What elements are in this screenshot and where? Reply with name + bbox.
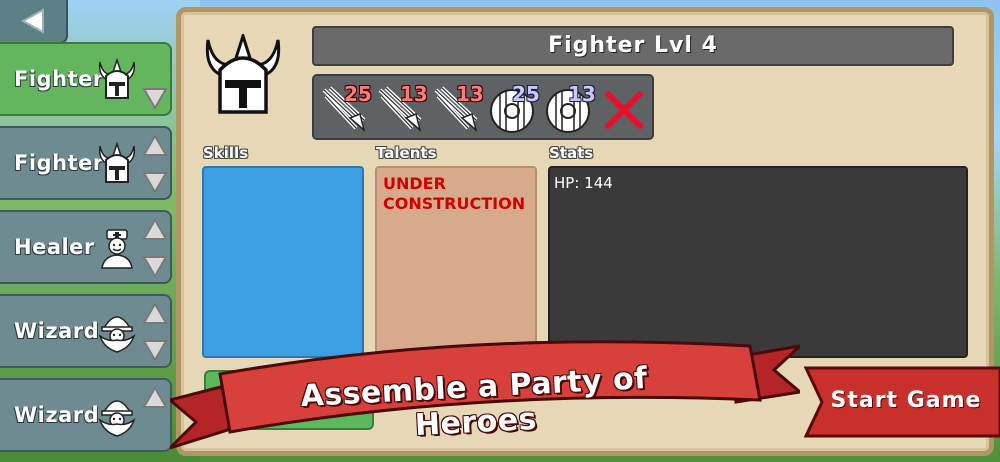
ability-slot[interactable]: 25 bbox=[488, 82, 540, 134]
ability-slot[interactable]: 13 bbox=[544, 82, 596, 134]
ability-slot-empty[interactable] bbox=[600, 84, 650, 134]
talents-label: Talents bbox=[376, 144, 437, 162]
hero-name: Wizard bbox=[14, 319, 100, 343]
back-button[interactable] bbox=[0, 0, 68, 44]
hero-item-wizard-2[interactable]: Wizard bbox=[0, 378, 172, 452]
red-x-icon bbox=[605, 91, 643, 129]
nurse-icon bbox=[101, 229, 133, 269]
hero-name: Wizard bbox=[14, 403, 100, 427]
wizard-face-icon bbox=[98, 400, 136, 437]
move-up-button[interactable] bbox=[142, 302, 168, 326]
move-up-button[interactable] bbox=[142, 218, 168, 242]
hero-name: Fighter bbox=[14, 67, 104, 91]
ability-value: 13 bbox=[400, 82, 428, 106]
hero-item-fighter-2[interactable]: Fighter bbox=[0, 126, 172, 200]
ability-slot[interactable]: 13 bbox=[376, 82, 428, 134]
ability-bar: 25 13 13 25 13 bbox=[312, 74, 654, 140]
viking-helmet-icon bbox=[98, 58, 136, 99]
viking-helmet-icon bbox=[98, 142, 136, 183]
talents-box: UNDER CONSTRUCTION bbox=[375, 166, 537, 358]
wizard-face-icon bbox=[98, 316, 136, 353]
talents-status: UNDER CONSTRUCTION bbox=[383, 174, 526, 213]
triangle-left-icon bbox=[20, 8, 44, 34]
hero-item-fighter-1[interactable]: Fighter bbox=[0, 42, 172, 116]
hero-title: Fighter Lvl 4 bbox=[312, 26, 954, 66]
ability-value: 13 bbox=[456, 82, 484, 106]
ability-value: 25 bbox=[512, 82, 540, 106]
hero-name: Healer bbox=[14, 235, 95, 259]
move-up-button[interactable] bbox=[142, 386, 168, 410]
move-down-button[interactable] bbox=[142, 254, 168, 278]
skills-label: Skills bbox=[203, 144, 249, 162]
stats-hp: HP: 144 bbox=[554, 174, 613, 192]
stats-label: Stats bbox=[549, 144, 594, 162]
hero-item-wizard-1[interactable]: Wizard bbox=[0, 294, 172, 368]
ability-value: 13 bbox=[568, 82, 596, 106]
start-game-label[interactable]: Start Game bbox=[826, 388, 986, 413]
viking-helmet-icon bbox=[205, 34, 281, 114]
stats-box: HP: 144 bbox=[548, 166, 968, 358]
move-up-button[interactable] bbox=[142, 134, 168, 158]
hero-item-healer[interactable]: Healer bbox=[0, 210, 172, 284]
move-down-button[interactable] bbox=[142, 170, 168, 194]
hero-name: Fighter bbox=[14, 151, 104, 175]
ability-value: 25 bbox=[344, 82, 372, 106]
ability-slot[interactable]: 25 bbox=[320, 82, 372, 134]
ability-slot[interactable]: 13 bbox=[432, 82, 484, 134]
move-down-button[interactable] bbox=[142, 338, 168, 362]
move-down-button[interactable] bbox=[142, 86, 168, 110]
skills-box[interactable] bbox=[202, 166, 364, 358]
